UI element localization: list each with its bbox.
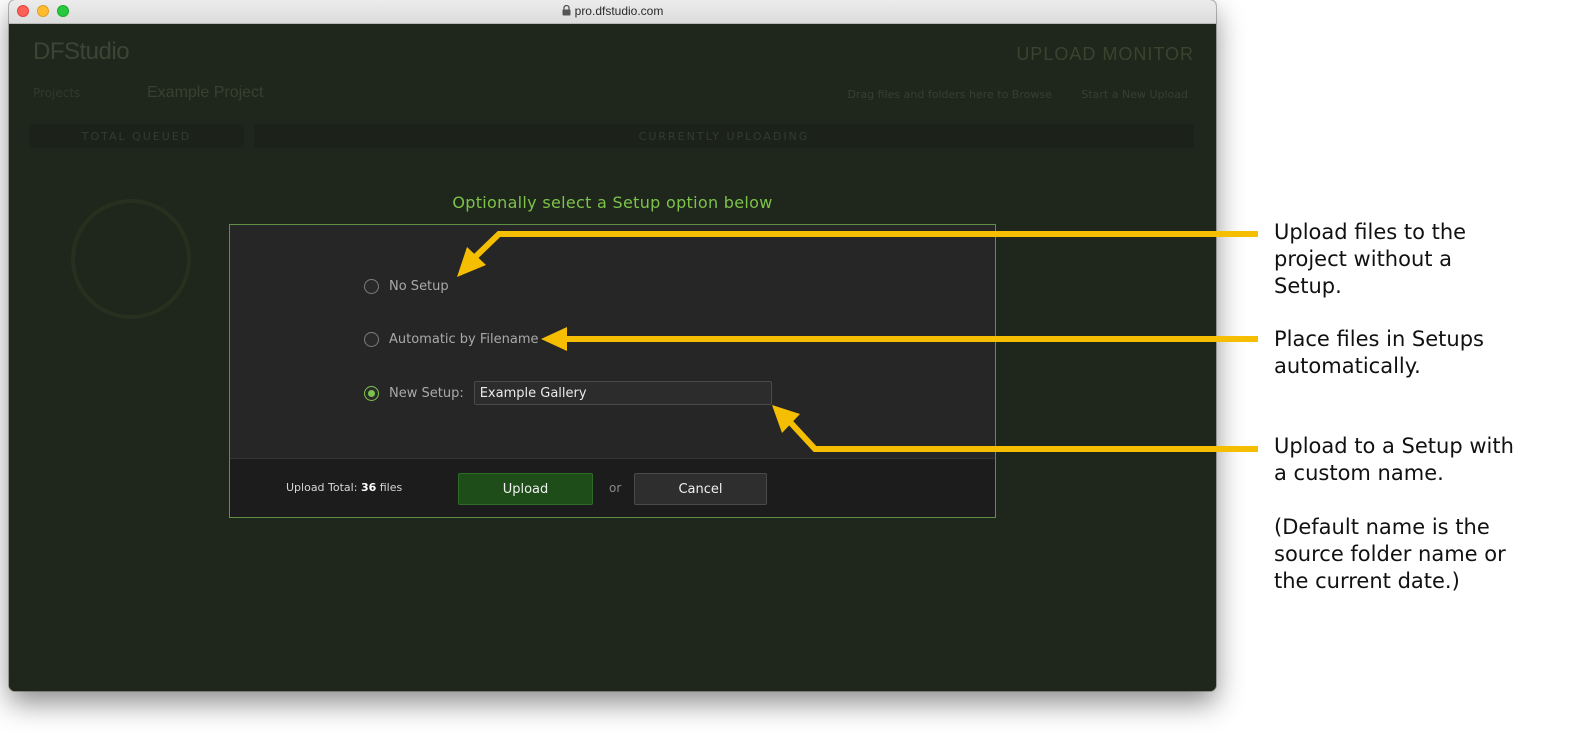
callout-no-setup: Upload files to the project without a Se… bbox=[1274, 220, 1467, 298]
arrow-new-setup bbox=[787, 419, 1258, 452]
callout-default-name: (Default name is the source folder name … bbox=[1274, 515, 1506, 593]
callout-new-setup: Upload to a Setup with a custom name. bbox=[1274, 434, 1514, 485]
arrow-no-setup bbox=[467, 231, 1258, 265]
arrowhead-automatic bbox=[541, 327, 567, 351]
callout-automatic: Place files in Setups automatically. bbox=[1274, 327, 1484, 378]
